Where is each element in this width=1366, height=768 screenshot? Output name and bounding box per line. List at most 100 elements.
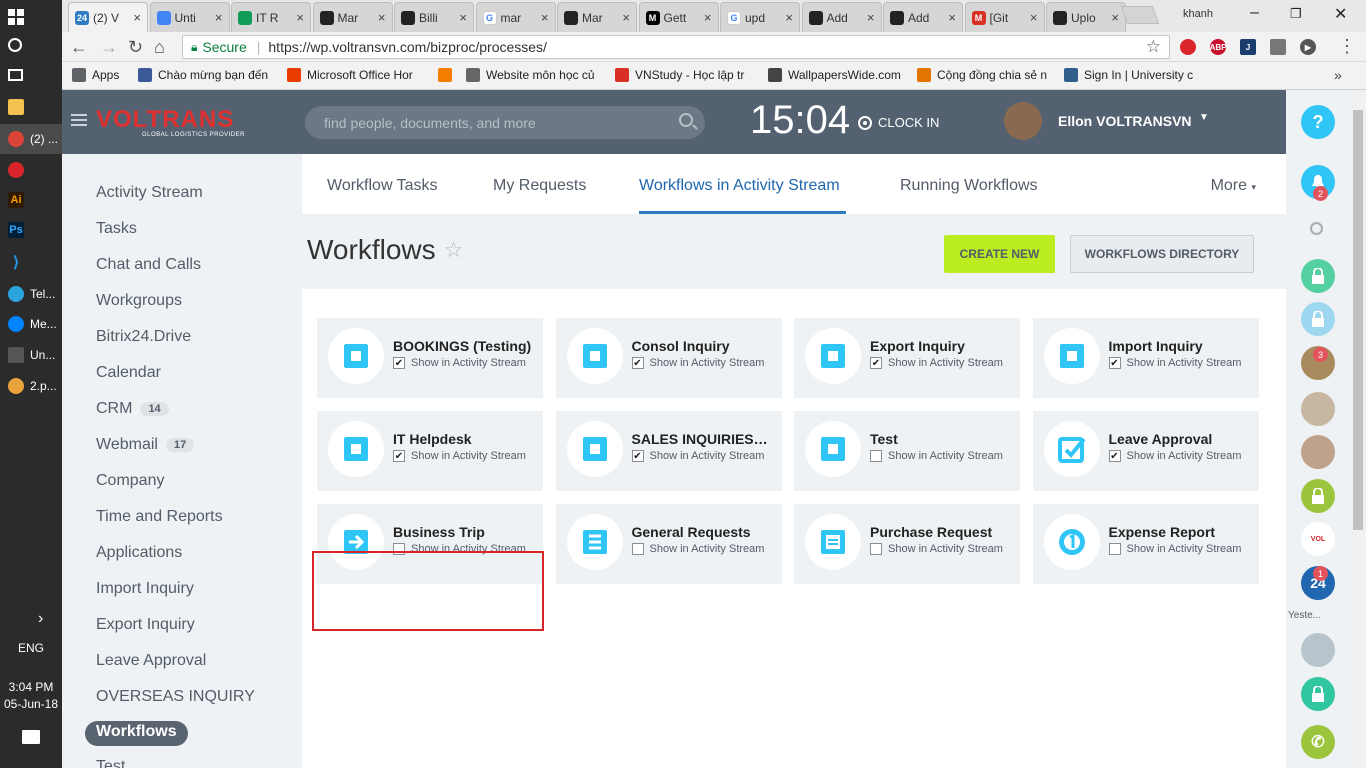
- tab-close-icon[interactable]: ×: [867, 10, 875, 25]
- workflow-card-title[interactable]: Expense Report: [1109, 524, 1249, 540]
- checkbox-checked[interactable]: ✔: [631, 357, 644, 369]
- favorite-star-icon[interactable]: ☆: [444, 237, 464, 263]
- tab-close-icon[interactable]: ×: [378, 10, 386, 25]
- checkbox-unchecked[interactable]: [870, 450, 882, 462]
- workflow-card[interactable]: Expense Report Show in Activity Stream: [1032, 504, 1259, 584]
- bookmark-item[interactable]: VNStudy - Học lập tr: [615, 68, 744, 82]
- contact-avatar[interactable]: [1301, 633, 1335, 667]
- taskbar-app-paint[interactable]: 2.p...: [0, 371, 62, 401]
- browser-tab[interactable]: Billi ×: [394, 2, 474, 32]
- user-name[interactable]: Ellon VOLTRANSVN: [1058, 113, 1192, 129]
- nav-item-test[interactable]: Test: [96, 758, 125, 768]
- url-field[interactable]: 🔒︎ Secure | https://wp.voltransvn.com/bi…: [182, 35, 1170, 59]
- taskbar-app-messenger[interactable]: Me...: [0, 309, 62, 339]
- show-in-activity-stream-toggle[interactable]: Show in Activity Stream: [631, 543, 764, 555]
- more-tabs-button[interactable]: More ▾: [1211, 177, 1256, 195]
- checkbox-checked[interactable]: ✔: [870, 357, 882, 369]
- sidebar-search-icon[interactable]: [1310, 222, 1323, 235]
- taskbar-app-photoshop[interactable]: Ps: [0, 215, 62, 245]
- tab-close-icon[interactable]: ×: [1030, 10, 1038, 25]
- taskbar-app-opera[interactable]: [0, 155, 62, 185]
- workflow-card[interactable]: Leave Approval ✔ Show in Activity Stream: [1032, 411, 1259, 491]
- tab-close-icon[interactable]: ×: [133, 10, 141, 25]
- browser-tab[interactable]: IT R ×: [231, 2, 311, 32]
- workflow-card-title[interactable]: Leave Approval: [1109, 431, 1249, 447]
- taskbar-app-telegram[interactable]: Tel...: [0, 279, 62, 309]
- workflow-card-title[interactable]: Purchase Request: [870, 524, 1010, 540]
- browser-tab[interactable]: Add ×: [883, 2, 963, 32]
- voltrans-chat-icon[interactable]: VOL: [1301, 522, 1335, 556]
- show-in-activity-stream-toggle[interactable]: Show in Activity Stream: [1108, 543, 1241, 555]
- browser-tab[interactable]: Uplo ×: [1046, 2, 1126, 32]
- workflow-card[interactable]: General Requests Show in Activity Stream: [555, 504, 782, 584]
- checkbox-unchecked[interactable]: [870, 543, 882, 555]
- bookmark-item[interactable]: Microsoft Office Hor: [287, 68, 413, 82]
- tab-close-icon[interactable]: ×: [704, 10, 712, 25]
- search-input[interactable]: find people, documents, and more: [305, 106, 705, 139]
- show-in-activity-stream-toggle[interactable]: Show in Activity Stream: [870, 450, 1003, 462]
- tab-close-icon[interactable]: ×: [948, 10, 956, 25]
- tab-workflows-in-activity-stream[interactable]: Workflows in Activity Stream: [639, 177, 840, 195]
- contact-avatar[interactable]: [1301, 435, 1335, 469]
- bookmark-item[interactable]: WallpapersWide.com: [768, 68, 901, 82]
- page-scrollbar[interactable]: [1350, 90, 1366, 768]
- show-in-activity-stream-toggle[interactable]: ✔ Show in Activity Stream: [870, 357, 1003, 369]
- nav-item[interactable]: Import Inquiry: [96, 580, 194, 598]
- browser-tab[interactable]: Mar ×: [312, 2, 393, 32]
- browser-tab[interactable]: Add ×: [801, 2, 882, 32]
- windows-start-button[interactable]: [0, 2, 62, 32]
- phone-call-icon[interactable]: ✆: [1301, 725, 1335, 759]
- checkbox-checked[interactable]: ✔: [393, 450, 405, 462]
- restore-window-icon[interactable]: ❐: [1290, 6, 1302, 22]
- nav-item[interactable]: Time and Reports: [96, 508, 223, 526]
- bookmark-item[interactable]: Cộng đồng chia sẻ n: [917, 68, 1047, 82]
- new-tab-button[interactable]: [1120, 6, 1160, 24]
- workflow-card[interactable]: SALES INQUIRIES CUSTOMER ✔ Show in Activit…: [555, 411, 782, 491]
- taskbar-app-vscode[interactable]: ⟩: [0, 247, 62, 277]
- qr-extension-icon[interactable]: [1270, 39, 1286, 55]
- nav-item-workflows-active[interactable]: Workflows: [85, 721, 188, 746]
- create-new-button[interactable]: CREATE NEW: [944, 235, 1055, 273]
- tab-my-requests[interactable]: My Requests: [493, 177, 586, 195]
- task-view-button[interactable]: [0, 60, 62, 90]
- user-avatar[interactable]: [1004, 102, 1042, 140]
- lock-chat-icon[interactable]: [1301, 479, 1335, 513]
- taskbar-date[interactable]: 05-Jun-18: [0, 697, 62, 711]
- workflow-card[interactable]: Purchase Request Show in Activity Stream: [794, 504, 1020, 584]
- taskbar-app-chrome[interactable]: (2) ...: [0, 124, 62, 154]
- taskbar-app-illustrator[interactable]: Ai: [0, 185, 62, 215]
- tab-close-icon[interactable]: ×: [459, 10, 467, 25]
- adblock-plus-icon[interactable]: ABP: [1210, 39, 1226, 55]
- bookmark-star-icon[interactable]: ☆: [1146, 37, 1161, 57]
- taskbar-time[interactable]: 3:04 PM: [0, 680, 62, 694]
- language-indicator[interactable]: ENG: [0, 641, 62, 655]
- browser-tab[interactable]: Mar ×: [557, 2, 637, 32]
- tab-workflow-tasks[interactable]: Workflow Tasks: [327, 177, 438, 195]
- tab-close-icon[interactable]: ×: [785, 10, 793, 25]
- nav-item[interactable]: Calendar: [96, 364, 161, 382]
- nav-item[interactable]: Company: [96, 472, 164, 490]
- browser-tab[interactable]: Gupd ×: [720, 2, 800, 32]
- workflow-card-title[interactable]: SALES INQUIRIES CUSTOMER: [632, 431, 772, 447]
- checkbox-checked[interactable]: ✔: [631, 450, 644, 462]
- checkbox-checked[interactable]: ✔: [1108, 450, 1121, 462]
- nav-item[interactable]: Export Inquiry: [96, 616, 195, 634]
- search-icon[interactable]: [679, 113, 693, 127]
- lock-chat-icon[interactable]: [1301, 677, 1335, 711]
- tab-close-icon[interactable]: ×: [1111, 10, 1119, 25]
- cortana-button[interactable]: [0, 30, 62, 60]
- browser-tab[interactable]: M [Git ×: [964, 2, 1045, 32]
- checkbox-checked[interactable]: ✔: [1108, 357, 1121, 369]
- show-in-activity-stream-toggle[interactable]: ✔ Show in Activity Stream: [1108, 450, 1241, 462]
- file-explorer-button[interactable]: [0, 92, 62, 122]
- tab-close-icon[interactable]: ×: [622, 10, 630, 25]
- show-in-activity-stream-toggle[interactable]: ✔ Show in Activity Stream: [631, 357, 764, 369]
- browser-tab[interactable]: Gmar ×: [475, 2, 556, 32]
- clock-in-button[interactable]: CLOCK IN: [858, 115, 939, 130]
- bookmark-item[interactable]: [438, 68, 458, 82]
- bookmark-item[interactable]: Chào mừng bạn đến: [138, 68, 268, 82]
- checkbox-unchecked[interactable]: [1108, 543, 1121, 555]
- close-window-icon[interactable]: ✕: [1334, 4, 1347, 24]
- workflow-card-title[interactable]: Export Inquiry: [870, 338, 1010, 354]
- hamburger-menu-icon[interactable]: [71, 114, 87, 126]
